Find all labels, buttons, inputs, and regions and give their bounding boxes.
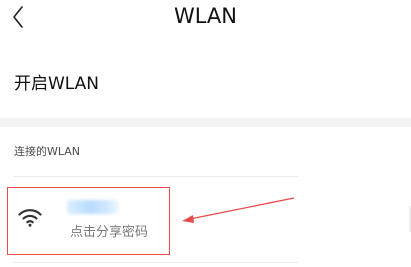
network-name-redacted (67, 200, 119, 214)
connected-wlan-header: 连接的WLAN (14, 145, 81, 158)
page-title: WLAN (173, 4, 238, 28)
wifi-icon (18, 209, 42, 227)
wlan-toggle-row[interactable]: 开启WLAN (0, 56, 411, 112)
annotation-arrow (182, 197, 295, 223)
nav-bar: WLAN (0, 0, 411, 36)
divider (14, 176, 299, 177)
share-password-link[interactable]: 点击分享密码 (70, 224, 148, 242)
wlan-toggle-label: 开启WLAN (14, 74, 100, 94)
divider (14, 262, 299, 263)
connected-network-item[interactable]: 点击分享密码 (7, 187, 170, 255)
section-divider (0, 118, 411, 127)
